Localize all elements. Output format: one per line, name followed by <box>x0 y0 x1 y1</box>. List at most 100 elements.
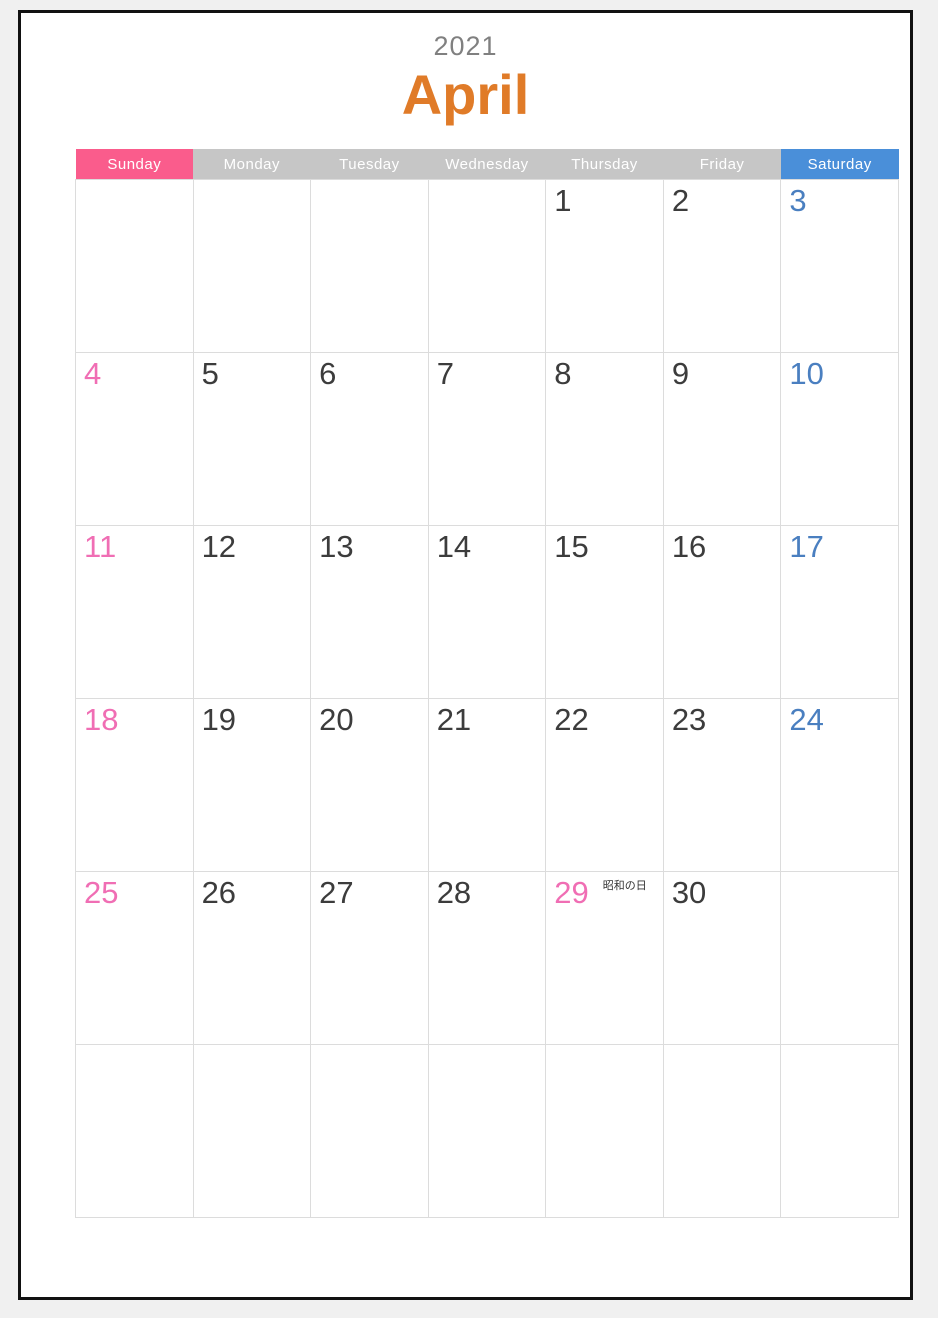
day-cell-inner <box>429 1045 546 1217</box>
weekday-header-saturday: Saturday <box>780 149 899 180</box>
calendar-page: 2021 April Sunday Monday Tuesday Wednesday T… <box>18 10 913 1300</box>
day-cell[interactable]: 5 <box>192 352 312 526</box>
week-row: 11 12 13 14 15 16 17 <box>75 525 899 699</box>
day-cell-inner <box>429 180 546 352</box>
day-cell-inner: 1 <box>546 180 663 352</box>
day-cell-inner: 5 <box>194 353 311 525</box>
day-cell-inner <box>546 1045 663 1217</box>
day-cell[interactable]: 14 <box>427 525 547 699</box>
day-cell-empty <box>780 871 899 1045</box>
day-cell-empty <box>427 179 547 353</box>
day-cell[interactable]: 17 <box>780 525 899 699</box>
weekday-header-tuesday: Tuesday <box>310 149 429 180</box>
day-number: 28 <box>436 875 472 910</box>
day-cell[interactable]: 24 <box>780 698 899 872</box>
day-cell[interactable]: 12 <box>192 525 312 699</box>
day-cell[interactable]: 30 <box>662 871 782 1045</box>
day-number: 22 <box>554 702 589 737</box>
day-cell[interactable]: 18 <box>75 698 194 872</box>
day-cell[interactable]: 7 <box>427 352 547 526</box>
day-cell-inner <box>781 872 898 1044</box>
day-cell[interactable]: 2 <box>662 179 782 353</box>
day-cell-inner: 6 <box>311 353 428 525</box>
day-cell-inner: 29 昭和の日 <box>546 872 663 1044</box>
holiday-label: 昭和の日 <box>602 880 647 892</box>
day-cell-inner <box>781 1045 898 1217</box>
day-number: 18 <box>84 702 119 737</box>
day-cell[interactable]: 28 <box>427 871 547 1045</box>
day-cell-inner <box>311 180 428 352</box>
day-cell-empty <box>75 1044 194 1218</box>
day-number: 10 <box>789 356 824 391</box>
day-cell-inner <box>194 180 311 352</box>
day-cell[interactable]: 19 <box>192 698 312 872</box>
day-cell-inner: 9 <box>664 353 781 525</box>
day-number: 1 <box>554 183 572 218</box>
day-cell[interactable]: 23 <box>662 698 782 872</box>
day-cell-inner: 14 <box>429 526 546 698</box>
day-number: 26 <box>201 875 237 910</box>
day-cell-empty <box>780 1044 899 1218</box>
day-cell[interactable]: 11 <box>75 525 194 699</box>
day-cell[interactable]: 29 昭和の日 <box>545 871 664 1045</box>
day-number: 29 <box>554 875 589 910</box>
day-cell-inner: 21 <box>429 699 546 871</box>
day-number: 20 <box>319 702 354 737</box>
day-cell[interactable]: 26 <box>192 871 312 1045</box>
month-title: April <box>401 63 530 126</box>
day-cell-empty <box>192 179 312 353</box>
day-cell[interactable]: 13 <box>310 525 429 699</box>
day-cell[interactable]: 16 <box>662 525 782 699</box>
day-cell-inner: 28 <box>429 872 546 1044</box>
day-cell-empty <box>545 1044 664 1218</box>
day-cell-inner: 18 <box>76 699 193 871</box>
day-cell-inner: 10 <box>781 353 898 525</box>
day-cell-inner: 8 <box>546 353 663 525</box>
weekday-header-friday: Friday <box>663 149 781 180</box>
day-cell[interactable]: 8 <box>545 352 664 526</box>
day-cell-inner <box>311 1045 428 1217</box>
day-number: 30 <box>671 875 707 910</box>
weekday-header-monday: Monday <box>193 149 311 180</box>
day-cell[interactable]: 9 <box>662 352 782 526</box>
day-cell[interactable]: 25 <box>75 871 194 1045</box>
day-cell[interactable]: 20 <box>310 698 429 872</box>
day-number: 6 <box>319 356 337 391</box>
day-cell[interactable]: 3 <box>780 179 899 353</box>
day-cell-empty <box>192 1044 312 1218</box>
day-cell[interactable]: 1 <box>545 179 664 353</box>
day-cell-empty <box>310 179 429 353</box>
day-number: 25 <box>84 875 119 910</box>
day-number: 9 <box>671 356 690 391</box>
day-number: 13 <box>319 529 354 564</box>
day-cell[interactable]: 4 <box>75 352 194 526</box>
day-cell-inner: 7 <box>429 353 546 525</box>
day-cell-inner <box>76 180 193 352</box>
day-cell-inner: 23 <box>664 699 781 871</box>
day-number: 11 <box>84 529 117 564</box>
day-cell[interactable]: 10 <box>780 352 899 526</box>
day-cell[interactable]: 15 <box>545 525 664 699</box>
day-cell[interactable]: 22 <box>545 698 664 872</box>
weekday-header-wednesday: Wednesday <box>428 149 546 180</box>
day-cell-inner: 24 <box>781 699 898 871</box>
day-number: 23 <box>671 702 707 737</box>
day-number: 7 <box>436 356 454 391</box>
weekday-header-thursday: Thursday <box>545 149 664 180</box>
day-cell[interactable]: 21 <box>427 698 547 872</box>
day-cell-inner: 17 <box>781 526 898 698</box>
day-number: 4 <box>84 356 102 391</box>
day-number: 14 <box>436 529 472 564</box>
day-number: 17 <box>789 529 824 564</box>
day-number: 19 <box>201 702 237 737</box>
day-number: 5 <box>201 356 219 391</box>
day-cell-inner: 12 <box>194 526 311 698</box>
day-cell-empty <box>662 1044 782 1218</box>
week-row: 4 5 6 7 8 9 10 <box>75 352 899 526</box>
day-number: 15 <box>554 529 589 564</box>
day-cell[interactable]: 6 <box>310 352 429 526</box>
day-cell[interactable]: 27 <box>310 871 429 1045</box>
day-cell-empty <box>75 179 194 353</box>
day-cell-inner: 30 <box>664 872 781 1044</box>
day-cell-inner: 4 <box>76 353 193 525</box>
